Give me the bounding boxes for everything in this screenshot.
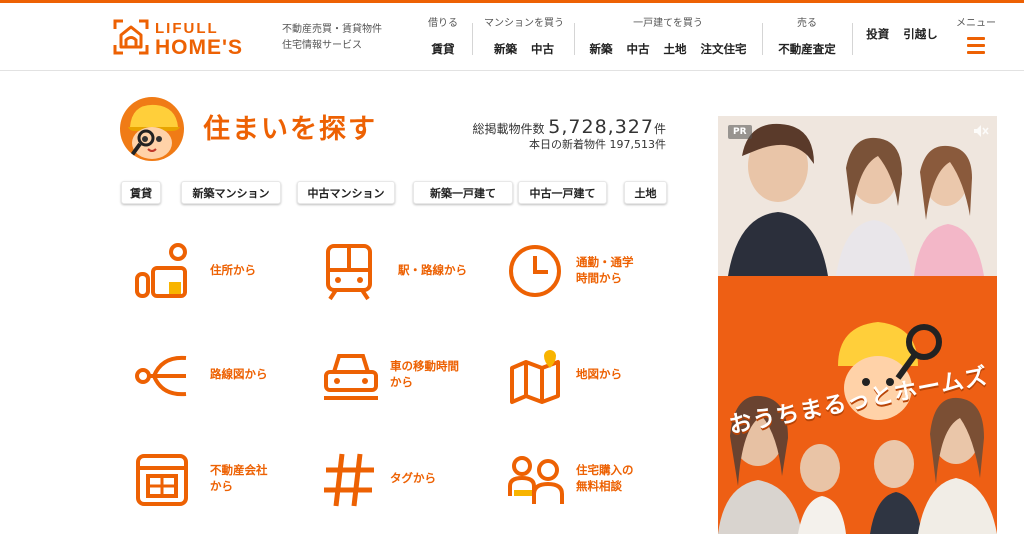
nav-link-land[interactable]: 土地	[664, 42, 687, 56]
total-listings-label: 総掲載物件数	[472, 122, 545, 136]
map-icon	[510, 350, 560, 404]
nav-link-rent[interactable]: 賃貸	[432, 42, 455, 56]
pr-badge: PR	[728, 125, 752, 139]
menu-button[interactable]: メニュー	[952, 14, 1000, 58]
nav-group-other: 投資 引越し	[856, 14, 948, 60]
tile-label: 車の移動時間 から	[390, 358, 459, 390]
nav-caption-house: 一戸建てを買う	[633, 18, 703, 29]
tagline-line-1: 不動産売買・賃貸物件	[282, 24, 382, 35]
consult-icon	[508, 456, 564, 504]
new-listings-unit: 件	[655, 138, 666, 151]
nav-caption-mansion: マンションを買う	[484, 18, 564, 29]
free-purchase-consultation[interactable]: 住宅購入の 無料相談	[508, 450, 688, 514]
nav-link-custom-house[interactable]: 注文住宅	[701, 42, 747, 56]
logo-text-lifull: LIFULL	[155, 20, 219, 37]
nav-group-sell: 売る 不動産査定	[766, 14, 848, 60]
tile-label-line-1: 通勤・通学	[576, 255, 634, 269]
hamburger-icon	[967, 37, 985, 54]
tile-label: 地図から	[576, 367, 622, 381]
category-used-mansion[interactable]: 中古マンション	[297, 181, 395, 204]
tile-label-line-2: 無料相談	[576, 479, 622, 493]
total-listings-unit: 件	[653, 122, 666, 136]
nav-divider	[574, 23, 575, 55]
menu-caption: メニュー	[956, 18, 996, 29]
page-title: 住まいを探す	[203, 114, 377, 145]
new-listings-label: 本日の新着物件	[529, 138, 606, 151]
tile-label-line-1: 車の移動時間	[390, 359, 459, 373]
route-map-icon	[135, 355, 187, 397]
nav-link-mansion-used[interactable]: 中古	[531, 42, 554, 56]
tile-label: 不動産会社 から	[210, 462, 268, 494]
category-used-house[interactable]: 中古一戸建て	[518, 181, 607, 204]
tile-label-line-2: 時間から	[576, 271, 622, 285]
tile-label-line-2: から	[210, 479, 233, 493]
mascot-avatar	[120, 97, 184, 161]
nav-link-house-new[interactable]: 新築	[590, 42, 613, 56]
search-by-route-map[interactable]: 路線図から	[134, 346, 314, 410]
nav-divider	[852, 23, 853, 55]
nav-link-appraisal[interactable]: 不動産査定	[778, 42, 836, 56]
search-by-map[interactable]: 地図から	[508, 346, 688, 410]
search-by-tag[interactable]: タグから	[322, 450, 502, 514]
nav-group-house: 一戸建てを買う 新築 中古 土地 注文住宅	[578, 14, 758, 60]
category-land[interactable]: 土地	[624, 181, 667, 204]
category-rent[interactable]: 賃貸	[121, 181, 161, 204]
tile-label-line-1: 住宅購入の	[576, 463, 634, 477]
tile-label-line-2: から	[390, 375, 413, 389]
train-icon	[326, 244, 372, 301]
category-new-mansion[interactable]: 新築マンション	[181, 181, 281, 204]
pr-ad-banner[interactable]: PR おうちまるっとホームズ	[718, 116, 997, 534]
category-new-house[interactable]: 新築一戸建て	[413, 181, 513, 204]
tile-label: 住所から	[210, 263, 256, 277]
category-tabs: 賃貸 新築マンション 中古マンション 新築一戸建て 中古一戸建て 土地	[116, 181, 672, 205]
nav-link-moving[interactable]: 引越し	[903, 27, 938, 41]
mute-icon[interactable]	[973, 124, 989, 138]
site-header: LIFULL HOME'S 不動産売買・賃貸物件 住宅情報サービス 借りる 賃貸…	[0, 3, 1024, 71]
new-listings: 本日の新着物件 197,513件	[529, 136, 666, 152]
nav-divider	[472, 23, 473, 55]
clock-icon	[509, 245, 561, 297]
nav-caption-rent: 借りる	[428, 18, 458, 29]
nav-caption-sell: 売る	[797, 18, 817, 29]
nav-link-invest[interactable]: 投資	[866, 27, 889, 41]
nav-divider	[762, 23, 763, 55]
hashtag-icon	[324, 453, 374, 507]
nav-group-mansion: マンションを買う 新築 中古	[476, 14, 572, 60]
tile-label: 駅・路線から	[398, 263, 467, 277]
nav-group-rent: 借りる 賃貸	[418, 14, 468, 60]
tile-label: 通勤・通学 時間から	[576, 254, 634, 286]
search-by-agency[interactable]: 不動産会社 から	[134, 450, 314, 514]
total-listings-value: 5,728,327	[548, 116, 654, 138]
search-by-address[interactable]: 住所から	[134, 242, 314, 306]
building-icon	[136, 454, 188, 506]
search-by-commute[interactable]: 通勤・通学 時間から	[508, 242, 688, 306]
tagline-line-2: 住宅情報サービス	[282, 40, 362, 51]
site-tagline: 不動産売買・賃貸物件 住宅情報サービス	[282, 22, 382, 54]
nav-link-house-used[interactable]: 中古	[627, 42, 650, 56]
search-by-station[interactable]: 駅・路線から	[322, 242, 502, 306]
ad-photo	[718, 116, 997, 534]
new-listings-value: 197,513	[609, 138, 656, 151]
total-listings: 総掲載物件数 5,728,327件	[472, 116, 666, 138]
nav-link-mansion-new[interactable]: 新築	[494, 42, 517, 56]
tile-label: タグから	[390, 471, 436, 485]
search-by-car-time[interactable]: 車の移動時間 から	[322, 346, 502, 410]
tile-label: 住宅購入の 無料相談	[576, 462, 634, 494]
logo-text-homes: HOME'S	[155, 36, 244, 59]
site-logo[interactable]: LIFULL HOME'S	[113, 19, 273, 59]
house-logo-icon	[113, 19, 149, 55]
tile-label: 路線図から	[210, 367, 268, 381]
address-icon	[135, 243, 187, 298]
tile-label-line-1: 不動産会社	[210, 463, 268, 477]
car-icon	[324, 354, 378, 400]
